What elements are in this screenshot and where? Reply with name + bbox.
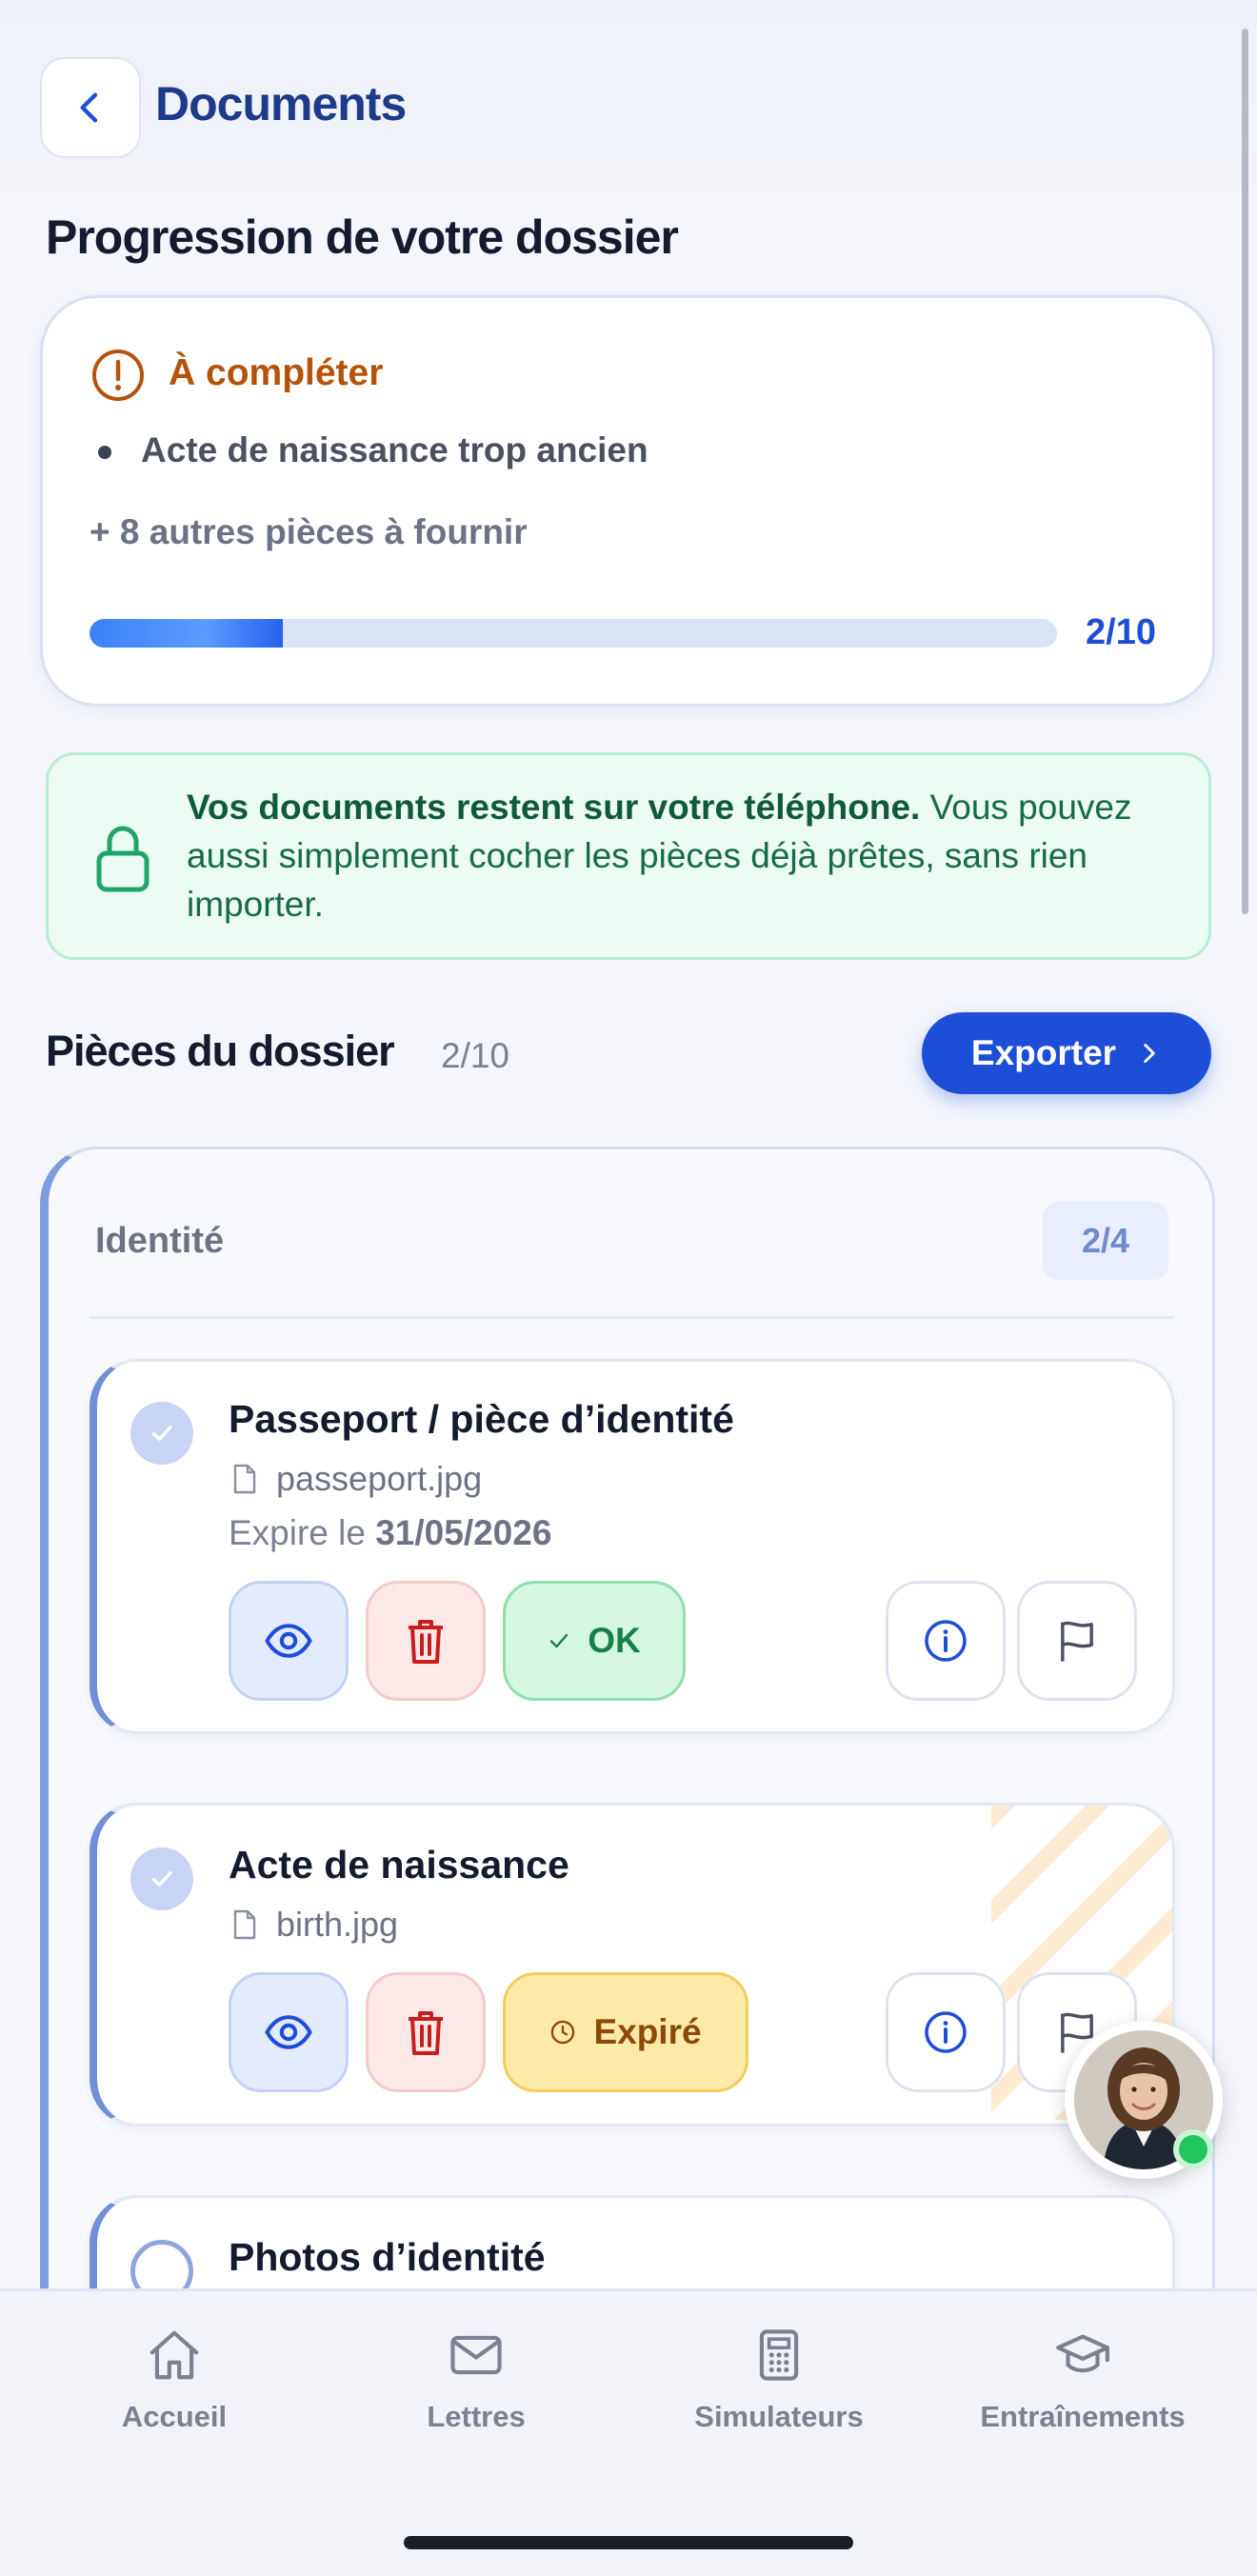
checked-checkbox[interactable]	[130, 1847, 193, 1910]
document-file[interactable]: birth.jpg	[232, 1905, 398, 1945]
nav-label: Accueil	[121, 2400, 228, 2433]
graduation-cap-icon	[1051, 2324, 1114, 2386]
more-items-label: + 8 autres pièces à fournir	[90, 512, 528, 551]
chevron-right-icon	[1144, 1043, 1155, 1064]
mail-icon	[445, 2324, 508, 2386]
document-file[interactable]: passeport.jpg	[232, 1459, 482, 1499]
eye-icon	[265, 1624, 312, 1658]
flag-button[interactable]	[1017, 1581, 1137, 1701]
view-button[interactable]	[229, 1972, 349, 2092]
online-status-dot	[1173, 2129, 1213, 2169]
chevron-left-icon	[80, 92, 98, 123]
clock-icon	[551, 2020, 575, 2045]
eye-icon	[265, 2015, 312, 2049]
pieces-count: 2/10	[441, 1036, 510, 1075]
divider	[90, 1316, 1173, 1319]
check-icon	[550, 1633, 569, 1648]
flag-icon	[1061, 1621, 1093, 1662]
nav-label: Simulateurs	[694, 2400, 864, 2433]
home-indicator	[404, 2536, 853, 2549]
info-icon	[925, 1620, 967, 1662]
delete-button[interactable]	[366, 1581, 486, 1701]
trash-icon	[409, 1620, 443, 1664]
pieces-title: Pièces du dossier	[46, 1027, 395, 1075]
progress-bar-fill	[90, 619, 284, 648]
nav-label: Entraînements	[980, 2400, 1186, 2433]
info-button[interactable]	[886, 1581, 1006, 1701]
delete-button[interactable]	[366, 1972, 486, 2092]
file-icon	[233, 1464, 256, 1494]
back-button[interactable]	[40, 57, 141, 158]
checked-checkbox[interactable]	[130, 1402, 193, 1465]
calculator-icon	[748, 2324, 810, 2386]
privacy-text: Vos documents restent sur votre téléphon…	[187, 783, 1177, 929]
nav-label: Lettres	[427, 2400, 526, 2433]
document-title: Acte de naissance	[229, 1843, 569, 1887]
file-name: birth.jpg	[276, 1905, 399, 1944]
check-icon	[151, 1426, 172, 1441]
page-title: Documents	[155, 77, 407, 130]
progress-bar	[90, 619, 1057, 648]
home-icon	[143, 2324, 206, 2386]
info-button[interactable]	[886, 1972, 1006, 2092]
file-icon	[233, 1909, 256, 1940]
check-icon	[151, 1871, 172, 1887]
group-count-badge: 2/4	[1043, 1202, 1168, 1280]
lock-icon	[96, 826, 150, 892]
privacy-bold-text: Vos documents restent sur votre téléphon…	[187, 788, 921, 827]
export-button[interactable]: Exporter	[922, 1012, 1211, 1094]
file-name: passeport.jpg	[276, 1459, 483, 1498]
missing-item: Acte de naissance trop ancien	[141, 430, 648, 469]
expiry-text: Expire le 31/05/2026	[229, 1513, 551, 1553]
nav-item-lettres[interactable]: Lettres	[338, 2324, 614, 2434]
view-button[interactable]	[229, 1581, 349, 1701]
progress-count: 2/10	[1086, 612, 1156, 652]
group-label: Identité	[95, 1221, 225, 1261]
status-label: OK	[588, 1621, 641, 1660]
info-icon	[925, 2011, 967, 2053]
status-expired-badge[interactable]: Expiré	[503, 1972, 748, 2092]
bullet	[98, 446, 111, 459]
document-title: Passeport / pièce d’identité	[229, 1397, 734, 1441]
progress-section-title: Progression de votre dossier	[46, 210, 679, 264]
nav-item-simulateurs[interactable]: Simulateurs	[641, 2324, 917, 2434]
document-title: Photos d’identité	[229, 2235, 546, 2279]
nav-item-entrainements[interactable]: Entraînements	[945, 2324, 1221, 2434]
status-label: Expiré	[593, 2012, 702, 2051]
status-ok-badge[interactable]: OK	[503, 1581, 686, 1701]
warning-icon	[92, 349, 144, 401]
export-label: Exporter	[970, 1033, 1117, 1072]
status-label: À compléter	[169, 352, 384, 393]
trash-icon	[409, 2011, 443, 2055]
expiry-prefix: Expire le	[229, 1513, 376, 1552]
scrollbar[interactable]	[1242, 29, 1248, 914]
expiry-date: 31/05/2026	[375, 1513, 552, 1552]
nav-item-accueil[interactable]: Accueil	[36, 2324, 312, 2434]
